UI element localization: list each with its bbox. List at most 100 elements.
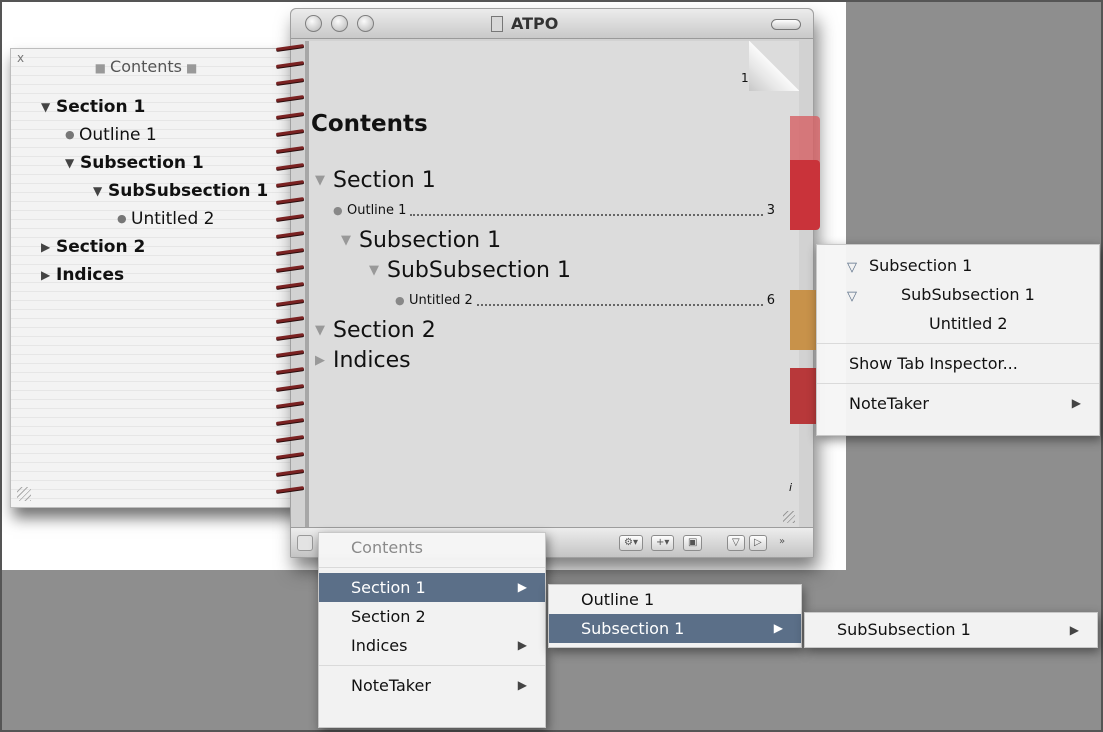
menu-item-label: Untitled 2	[929, 314, 1008, 333]
outline-row-subsubsection-1[interactable]: ▼ SubSubsection 1	[41, 177, 268, 205]
toc-label: Outline 1	[347, 202, 407, 218]
spiral-ring	[275, 180, 305, 187]
menu-separator	[817, 383, 1099, 384]
outline-row-indices[interactable]: ▶ Indices	[41, 261, 268, 289]
menu-item-label: Show Tab Inspector...	[849, 354, 1018, 373]
toolbar-toggle-button[interactable]	[771, 19, 801, 30]
spiral-ring	[275, 435, 305, 442]
submenu-arrow-icon: ▶	[517, 678, 527, 692]
toc-row-subsubsection-1[interactable]: ▼ SubSubsection 1	[315, 255, 775, 285]
disclosure-right-icon[interactable]: ▶	[41, 261, 56, 289]
disclosure-right-icon[interactable]: ▶	[41, 233, 56, 261]
menu-item-subsection-1[interactable]: Subsection 1 ▶	[549, 614, 801, 643]
filter-button[interactable]: ▽	[727, 535, 745, 551]
menu-item-label: Outline 1	[581, 590, 655, 609]
table-of-contents: ▼ Section 1 ● Outline 1 3 ▼ Subsection 1…	[315, 165, 775, 375]
menu-item-notetaker[interactable]: NoteTaker ▶	[319, 671, 545, 700]
gear-menu-button[interactable]: ⚙▾	[619, 535, 643, 551]
spiral-ring	[275, 333, 305, 340]
toc-row-section-1[interactable]: ▼ Section 1	[315, 165, 775, 195]
resize-grip-icon[interactable]	[783, 511, 795, 523]
spiral-ring	[275, 163, 305, 170]
disclosure-down-icon[interactable]: ▼	[65, 149, 80, 177]
zoom-window-button[interactable]	[357, 15, 374, 32]
window-title: ATPO	[491, 14, 558, 33]
menu-item-outline-1[interactable]: Outline 1	[549, 585, 801, 614]
spiral-ring	[275, 231, 305, 238]
bullet-icon: ●	[117, 212, 127, 225]
outline-row-untitled-2[interactable]: ● Untitled 2	[41, 205, 268, 233]
resize-grip-icon[interactable]	[17, 487, 31, 501]
document-icon	[491, 15, 503, 32]
menu-item-untitled-2[interactable]: Untitled 2	[817, 309, 1099, 338]
submenu-arrow-icon: ▶	[1071, 396, 1081, 410]
outline-row-section-1[interactable]: ▼ Section 1	[41, 93, 268, 121]
title-bar[interactable]: ATPO	[291, 9, 813, 39]
outline-row-section-2[interactable]: ▶ Section 2	[41, 233, 268, 261]
toc-row-section-2[interactable]: ▼ Section 2	[315, 315, 775, 345]
spiral-ring	[275, 418, 305, 425]
add-menu-button[interactable]: +▾	[651, 535, 675, 551]
page-curl-icon[interactable]	[749, 41, 799, 91]
disclosure-down-icon[interactable]: ▼	[315, 323, 333, 338]
submenu-arrow-icon: ▶	[1069, 623, 1079, 637]
menu-item-label: NoteTaker	[849, 394, 929, 413]
spiral-ring	[275, 486, 305, 493]
spiral-ring	[275, 44, 305, 51]
toc-row-indices[interactable]: ▶ Indices	[315, 345, 775, 375]
menu-item-indices[interactable]: Indices ▶	[319, 631, 545, 660]
spiral-ring	[275, 146, 305, 153]
toc-row-subsection-1[interactable]: ▼ Subsection 1	[315, 225, 775, 255]
save-button[interactable]: ▣	[683, 535, 703, 551]
menu-separator	[817, 343, 1099, 344]
menu-item-label: SubSubsection 1	[901, 285, 1035, 304]
menu-item-section-2[interactable]: Section 2	[319, 602, 545, 631]
contents-heading: Contents	[311, 111, 428, 137]
spiral-ring	[275, 384, 305, 391]
toc-row-outline-1[interactable]: ● Outline 1 3	[315, 195, 775, 225]
menu-item-subsection-1[interactable]: ▽ Subsection 1	[817, 251, 1099, 280]
outline-row-label: Subsection 1	[80, 153, 204, 173]
toc-label: Section 2	[333, 317, 436, 343]
toc-row-untitled-2[interactable]: ● Untitled 2 6	[315, 285, 775, 315]
bullet-icon: ●	[333, 203, 343, 217]
outline-row-outline-1[interactable]: ● Outline 1	[41, 121, 268, 149]
disclosure-down-icon[interactable]: ▼	[41, 93, 56, 121]
toc-page-number: 3	[766, 202, 775, 218]
overflow-button[interactable]: »	[775, 535, 789, 551]
menu-item-label: Section 1	[351, 578, 426, 597]
bullet-icon: ●	[65, 128, 75, 141]
spiral-ring	[275, 316, 305, 323]
disclosure-down-icon[interactable]: ▼	[369, 263, 387, 278]
spiral-ring	[275, 282, 305, 289]
navigation-menu: Contents Section 1 ▶ Section 2 Indices ▶…	[318, 532, 546, 728]
disclosure-down-icon[interactable]: ▼	[315, 173, 333, 188]
disclosure-down-icon[interactable]: ▼	[341, 233, 359, 248]
toc-label: Section 1	[333, 167, 436, 193]
spiral-ring	[275, 95, 305, 102]
spiral-ring	[275, 214, 305, 221]
drawer-toggle-button[interactable]	[297, 535, 313, 551]
spiral-ring	[275, 61, 305, 68]
outline-row-subsection-1[interactable]: ▼ Subsection 1	[41, 149, 268, 177]
menu-item-section-1[interactable]: Section 1 ▶	[319, 573, 545, 602]
spiral-ring	[275, 265, 305, 272]
spiral-ring	[275, 299, 305, 306]
minimize-window-button[interactable]	[331, 15, 348, 32]
menu-header-contents: Contents	[351, 538, 423, 557]
close-window-button[interactable]	[305, 15, 322, 32]
submenu-arrow-icon: ▶	[773, 621, 783, 635]
menu-item-notetaker[interactable]: NoteTaker ▶	[817, 389, 1099, 418]
menu-item-show-tab-inspector[interactable]: Show Tab Inspector...	[817, 349, 1099, 378]
submenu-arrow-icon: ▶	[517, 638, 527, 652]
menu-item-subsubsection-1[interactable]: ▽ SubSubsection 1	[817, 280, 1099, 309]
menu-item-label: NoteTaker	[351, 676, 431, 695]
tab-section[interactable]	[790, 160, 820, 230]
play-button[interactable]: ▷	[749, 535, 767, 551]
notebook-page: 1 Contents ▼ Section 1 ● Outline 1 3 ▼ S…	[305, 41, 799, 527]
disclosure-right-icon[interactable]: ▶	[315, 353, 333, 368]
leader-dots	[410, 214, 763, 216]
spiral-ring	[275, 350, 305, 357]
menu-item-subsubsection-1[interactable]: SubSubsection 1 ▶	[805, 613, 1097, 647]
disclosure-down-icon[interactable]: ▼	[93, 177, 108, 205]
